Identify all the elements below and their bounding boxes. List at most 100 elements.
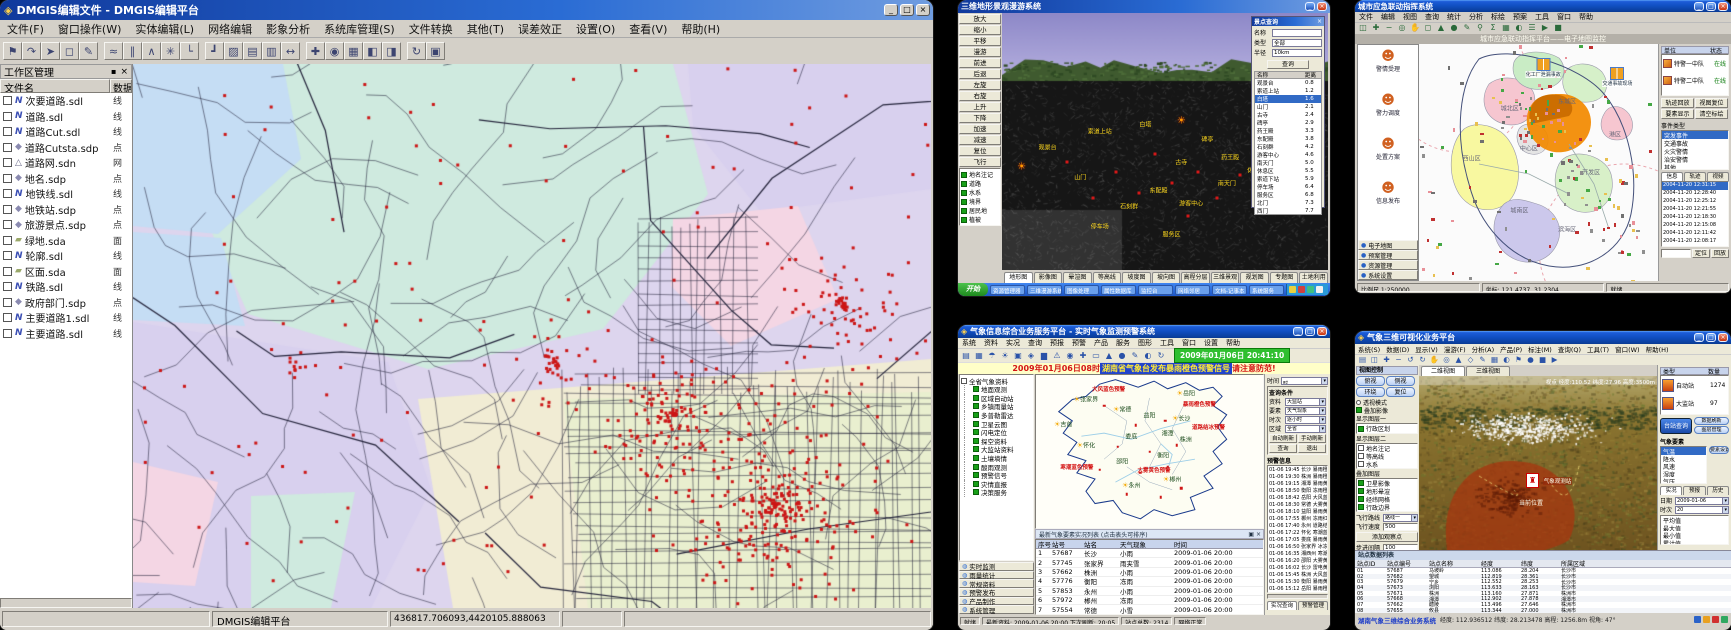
menu-item[interactable]: 影象分析	[259, 21, 317, 37]
tm-map-tab[interactable]: 坡度图	[1122, 272, 1151, 283]
dropdown-arrow-icon[interactable]: ▾	[1321, 378, 1327, 384]
br-menu-item[interactable]: 标注(M)	[1525, 344, 1555, 354]
toolbar-icon[interactable]: ➤	[41, 42, 60, 60]
checkbox-checked-icon[interactable]	[1358, 504, 1364, 510]
br-view-button[interactable]: 侧视	[1386, 376, 1415, 386]
tr-playback-button[interactable]: 回放	[1711, 249, 1729, 258]
tm-map-tab[interactable]: 坡向图	[1152, 272, 1181, 283]
file-row[interactable]: ▰ 区面.sda 面	[0, 264, 132, 280]
br-menu-item[interactable]: 数据(D)	[1383, 344, 1412, 354]
br-terrain-canvas[interactable]	[1419, 376, 1657, 550]
br-toolbar-icon[interactable]: ◐	[1501, 355, 1512, 365]
toolbar-icon[interactable]: ∧	[142, 42, 161, 60]
tr-shortcut-item[interactable]: ☻ 警力调度	[1358, 89, 1418, 133]
toolbar-icon[interactable]: ↻	[407, 42, 426, 60]
br-speed-input[interactable]: 500	[1383, 523, 1418, 531]
map-canvas[interactable]	[133, 64, 931, 608]
dropdown-arrow-icon[interactable]: ▾	[1319, 426, 1325, 432]
tm-map-tab[interactable]: 地形图	[1004, 272, 1033, 283]
bm-toolbar-icon[interactable]: ▦	[973, 350, 985, 362]
toolbar-icon[interactable]: ◧	[363, 42, 382, 60]
tm-result-row[interactable]: 石刻群 4.2	[1255, 143, 1321, 151]
tm-nav-button[interactable]: 放大	[959, 14, 1001, 24]
radio-icon[interactable]	[1356, 400, 1361, 405]
tm-map-tab[interactable]: 土地利用	[1299, 272, 1328, 283]
tm-result-row[interactable]: 碑亭 2.9	[1255, 119, 1321, 127]
file-row[interactable]: N 道路.sdl 线	[0, 109, 132, 125]
tr-menu-item[interactable]: 窗口	[1553, 12, 1575, 22]
bm-toolbar-icon[interactable]: ▆	[1038, 350, 1050, 362]
br-column-header[interactable]: 经度	[1481, 559, 1521, 568]
main-titlebar[interactable]: ◈ DMGIS编辑文件 - DMGIS编辑平台 _ □ ×	[0, 0, 933, 20]
tm-layer-option[interactable]: 境界	[961, 197, 999, 206]
br-mode-tab[interactable]: 预报	[1683, 486, 1705, 495]
bm-toolbar-icon[interactable]: ✎	[1129, 350, 1141, 362]
tray-icon[interactable]	[1316, 286, 1323, 293]
layer-checkbox[interactable]	[3, 236, 12, 245]
br-menu-item[interactable]: 漫游(F)	[1441, 344, 1469, 354]
layer-checkbox[interactable]	[3, 282, 12, 291]
layer-checkbox[interactable]	[3, 220, 12, 229]
system-tray[interactable]	[1286, 284, 1328, 295]
tree-root-checkbox[interactable]	[961, 378, 967, 384]
br-station-row[interactable]: 自动站 1274	[1661, 376, 1728, 394]
maximize-button[interactable]: □	[900, 4, 914, 16]
checkbox-checked-icon[interactable]	[961, 208, 967, 214]
tm-map-tab[interactable]: 三维景观	[1211, 272, 1240, 283]
br-layer-item[interactable]: 水系	[1358, 460, 1417, 468]
tm-result-row[interactable]: 索道上站 1.2	[1255, 87, 1321, 95]
tm-query-button[interactable]: 查询	[1267, 60, 1309, 69]
bm-warning-row[interactable]: 01-06 16:35 湘西州 寒潮黄色	[1268, 550, 1327, 557]
toolbar-icon[interactable]: ◨	[382, 42, 401, 60]
tr-maximize-button[interactable]: □	[1706, 2, 1716, 11]
tree-checkbox-checked[interactable]	[973, 446, 979, 452]
bm-warning-row[interactable]: 01-06 15:30 衡阳 暴雨黄色	[1268, 578, 1327, 585]
bm-table-row[interactable]: 7 57554 常德 小雪 2009-01-06 20:00	[1036, 605, 1263, 614]
bm-menu-item[interactable]: 实况	[1002, 338, 1024, 348]
tm-nav-button[interactable]: 漫游	[959, 47, 1001, 57]
menu-item[interactable]: 文件转换	[402, 21, 460, 37]
bm-menu-item[interactable]: 产品	[1090, 338, 1112, 348]
tr-toolbar-icon[interactable]: ◻	[1422, 23, 1434, 34]
br-date-select[interactable]: 2009-01-06▾	[1675, 497, 1729, 505]
taskbar-task-button[interactable]: 三维漫游系统	[1027, 285, 1062, 295]
bm-toolbar-icon[interactable]: ◉	[1064, 350, 1076, 362]
tr-toolbar-icon[interactable]: ◐	[1513, 23, 1525, 34]
tm-result-row[interactable]: 观景台 0.8	[1255, 79, 1321, 87]
tr-event-row[interactable]: 2004-11-20 12:28:40	[1662, 190, 1728, 198]
layer-checkbox[interactable]	[3, 329, 12, 338]
bm-toolbar-icon[interactable]: ●	[1116, 350, 1128, 362]
bm-action-button[interactable]: 查询	[1269, 444, 1297, 453]
checkbox-checked-icon[interactable]	[961, 199, 967, 205]
menu-item[interactable]: 实体编辑(L)	[128, 21, 201, 37]
bm-group-bar[interactable]: ◍ 系统管理	[959, 605, 1034, 614]
bm-warning-row[interactable]: 01-06 19:45 长沙 暴雨橙色	[1268, 466, 1327, 473]
toolbar-icon[interactable]: ↷	[22, 42, 41, 60]
tr-group-bar[interactable]: ● 资源管理	[1358, 260, 1418, 270]
br-column-header[interactable]: 站点编号	[1387, 559, 1429, 568]
toolbar-icon[interactable]: ∥	[123, 42, 142, 60]
tm-result-row[interactable]: 山门 2.1	[1255, 103, 1321, 111]
bm-field-select[interactable]: 逐小时▾	[1285, 416, 1326, 424]
br-menu-item[interactable]: 产品(P)	[1497, 344, 1525, 354]
bm-warning-row[interactable]: 01-06 17:55 郴州 冻雨红色	[1268, 515, 1327, 522]
toolbar-icon[interactable]: ✳	[161, 42, 180, 60]
bm-menu-item[interactable]: 资料	[980, 338, 1002, 348]
tm-result-row[interactable]: 南天门 5.0	[1255, 159, 1321, 167]
menu-item[interactable]: 设置(O)	[569, 21, 622, 37]
tray-icon[interactable]	[1307, 286, 1314, 293]
tree-checkbox-checked[interactable]	[973, 438, 979, 444]
tr-event-row[interactable]: 2004-11-20 12:21:55	[1662, 206, 1728, 214]
bm-menu-item[interactable]: 查询	[1024, 338, 1046, 348]
dropdown-arrow-icon[interactable]: ▾	[1319, 399, 1325, 405]
toolbar-icon[interactable]: ◉	[325, 42, 344, 60]
taskbar-task-button[interactable]: 图像处理	[1064, 285, 1099, 295]
menu-item[interactable]: 其他(T)	[460, 21, 511, 37]
horizontal-scrollbar[interactable]	[0, 598, 132, 608]
tm-result-col-dist[interactable]: 距离	[1305, 71, 1321, 79]
taskbar-task-button[interactable]: 资源管理器	[990, 285, 1025, 295]
toolbar-icon[interactable]: ↔	[281, 42, 300, 60]
layer-checkbox[interactable]	[3, 112, 12, 121]
tray-icon[interactable]	[1703, 616, 1710, 623]
tm-nav-button[interactable]: 上升	[959, 102, 1001, 112]
